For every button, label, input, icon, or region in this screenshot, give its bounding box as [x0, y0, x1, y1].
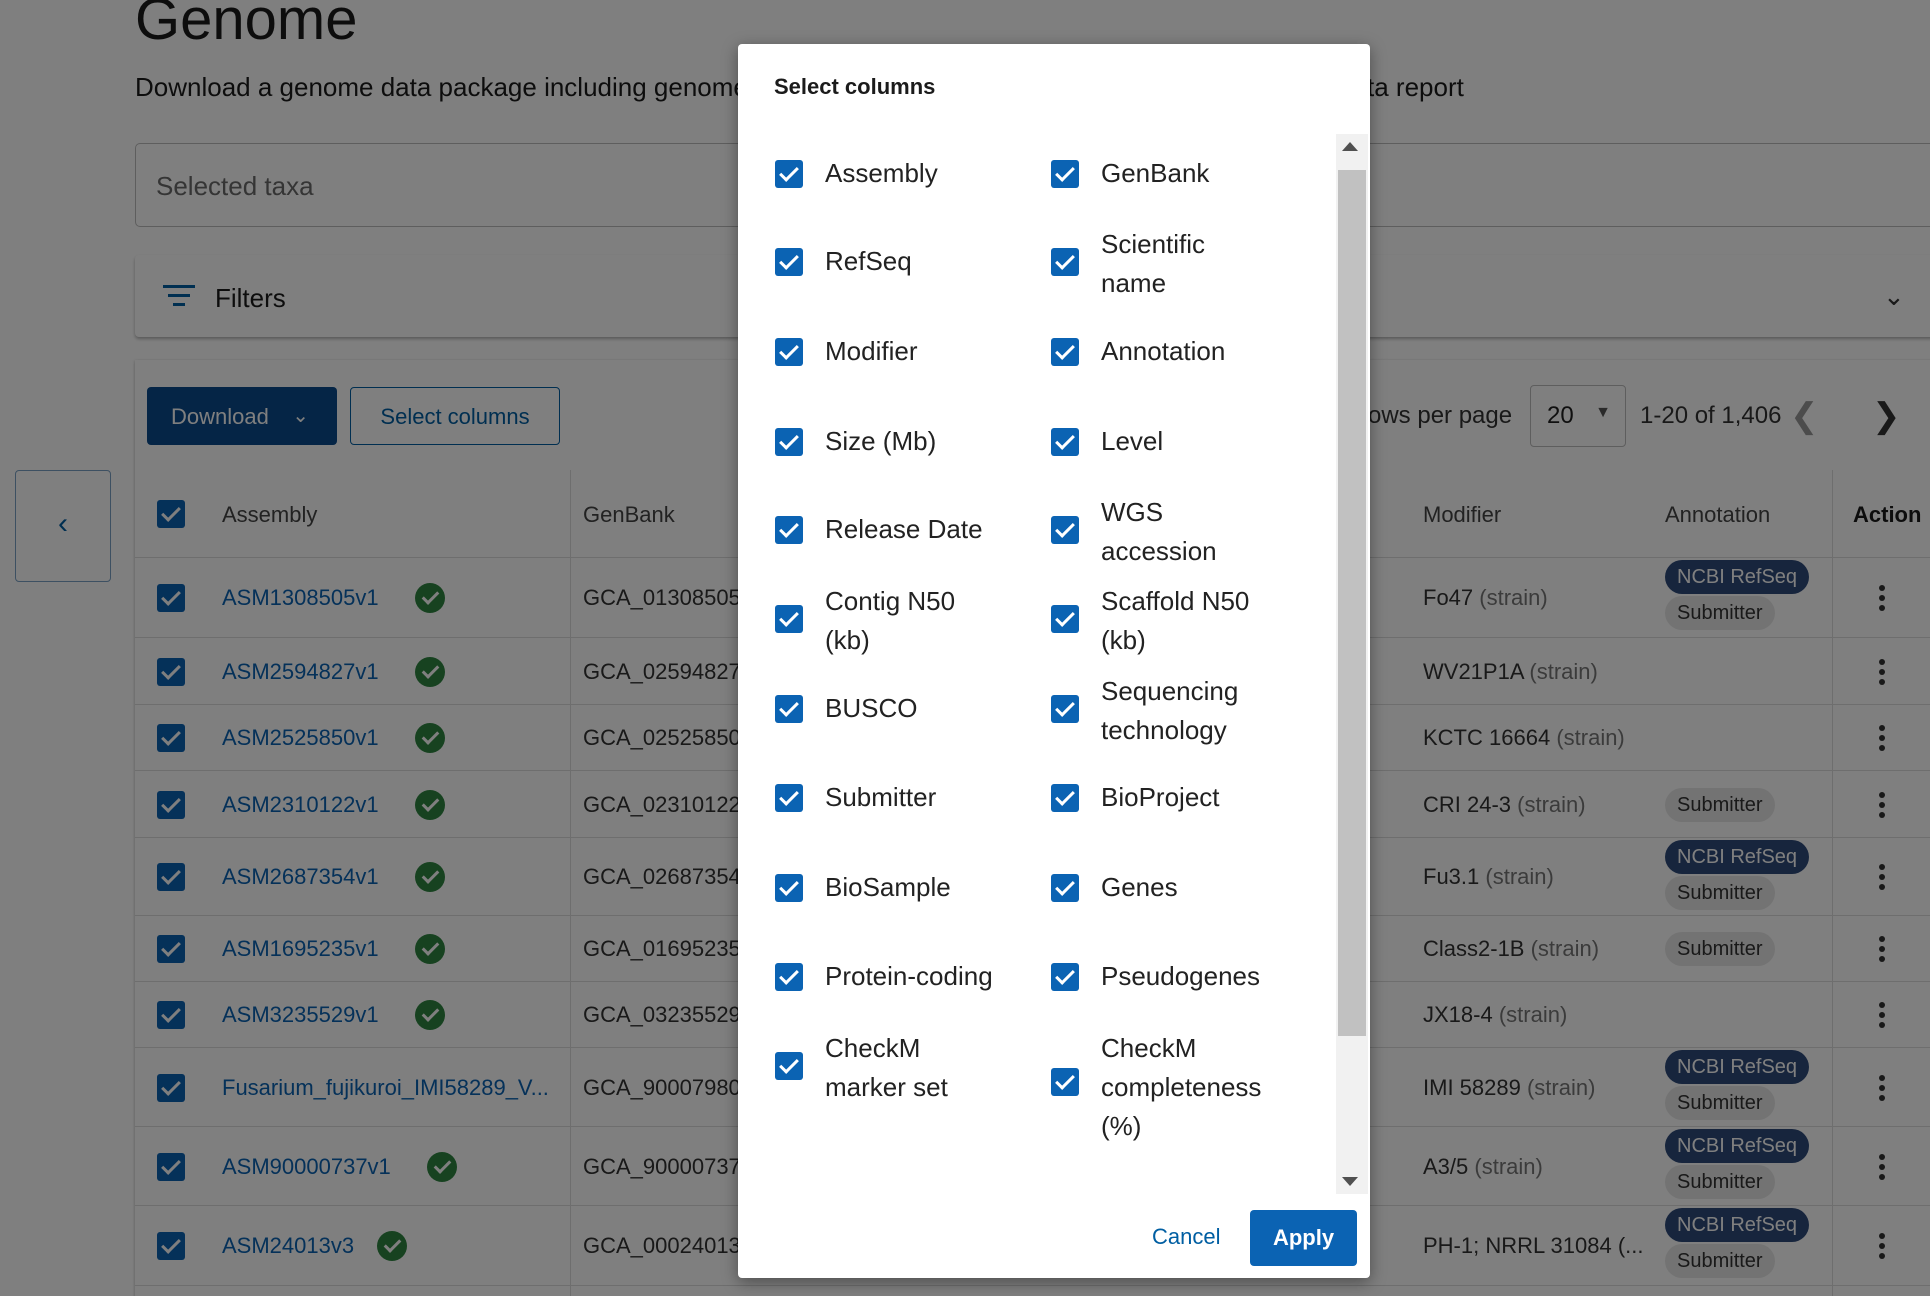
column-option-checkbox[interactable]	[775, 695, 803, 723]
cancel-button[interactable]: Cancel	[1152, 1224, 1220, 1250]
column-option-checkbox[interactable]	[1051, 428, 1079, 456]
column-option-checkbox[interactable]	[775, 963, 803, 991]
column-option-label: marker set	[825, 1072, 948, 1102]
column-option-label: Scaffold N50	[1101, 586, 1250, 616]
column-option-checkbox[interactable]	[1051, 605, 1079, 633]
column-option-checkbox[interactable]	[775, 248, 803, 276]
scroll-up-arrow-icon[interactable]	[1342, 142, 1358, 151]
column-option-label: CheckM	[825, 1033, 921, 1063]
scrollbar-thumb[interactable]	[1338, 170, 1366, 1036]
column-option-label: Genes	[1101, 872, 1178, 902]
apply-button[interactable]: Apply	[1250, 1210, 1357, 1266]
column-option-checkbox[interactable]	[1051, 695, 1079, 723]
column-option-checkbox[interactable]	[1051, 248, 1079, 276]
column-option-checkbox[interactable]	[1051, 160, 1079, 188]
column-options-list: Assembly RefSeq Modifier Size (Mb) Release D…	[738, 134, 1370, 1194]
column-option-label: (%)	[1101, 1111, 1142, 1141]
column-option-label: Protein-coding	[825, 961, 993, 991]
column-option-label: BioProject	[1101, 782, 1220, 812]
scroll-down-arrow-icon[interactable]	[1342, 1177, 1358, 1186]
dialog-title: Select columns	[774, 74, 936, 99]
column-option-label: GenBank	[1101, 158, 1210, 188]
column-option-label: Release Date	[825, 514, 983, 544]
select-columns-dialog: Select columns Assembly RefSeq Modifier Siz…	[738, 44, 1370, 1278]
column-option-checkbox[interactable]	[775, 874, 803, 902]
column-option-checkbox[interactable]	[775, 338, 803, 366]
column-option-checkbox[interactable]	[775, 160, 803, 188]
column-option-checkbox[interactable]	[1051, 874, 1079, 902]
column-option-checkbox[interactable]	[775, 605, 803, 633]
column-option-label: accession	[1101, 536, 1217, 566]
column-option-checkbox[interactable]	[1051, 784, 1079, 812]
column-option-label: CheckM	[1101, 1033, 1197, 1063]
column-option-checkbox[interactable]	[775, 1052, 803, 1080]
column-option-checkbox[interactable]	[775, 784, 803, 812]
column-option-label: Level	[1101, 426, 1164, 456]
column-option-label: (kb)	[825, 625, 870, 655]
column-option-label: Submitter	[825, 782, 937, 812]
column-option-label: Pseudogenes	[1101, 961, 1261, 991]
column-option-label: technology	[1101, 715, 1227, 745]
column-option-label: RefSeq	[825, 246, 912, 276]
column-option-label: Scientific	[1101, 229, 1206, 259]
column-option-checkbox[interactable]	[1051, 338, 1079, 366]
column-option-label: Assembly	[825, 158, 938, 188]
column-option-checkbox[interactable]	[775, 428, 803, 456]
column-option-label: BUSCO	[825, 693, 918, 723]
column-option-label: WGS	[1101, 497, 1164, 527]
column-option-label: Annotation	[1101, 336, 1226, 366]
column-option-label: Modifier	[825, 336, 918, 366]
column-option-label: Contig N50	[825, 586, 956, 616]
column-option-checkbox[interactable]	[1051, 1068, 1079, 1096]
column-option-checkbox[interactable]	[1051, 963, 1079, 991]
column-option-checkbox[interactable]	[1051, 516, 1079, 544]
column-option-checkbox[interactable]	[775, 516, 803, 544]
column-option-label: name	[1101, 268, 1167, 298]
column-option-label: completeness	[1101, 1072, 1262, 1102]
column-option-label: BioSample	[825, 872, 951, 902]
column-option-label: (kb)	[1101, 625, 1146, 655]
column-option-label: Sequencing	[1101, 676, 1239, 706]
column-option-label: Size (Mb)	[825, 426, 937, 456]
